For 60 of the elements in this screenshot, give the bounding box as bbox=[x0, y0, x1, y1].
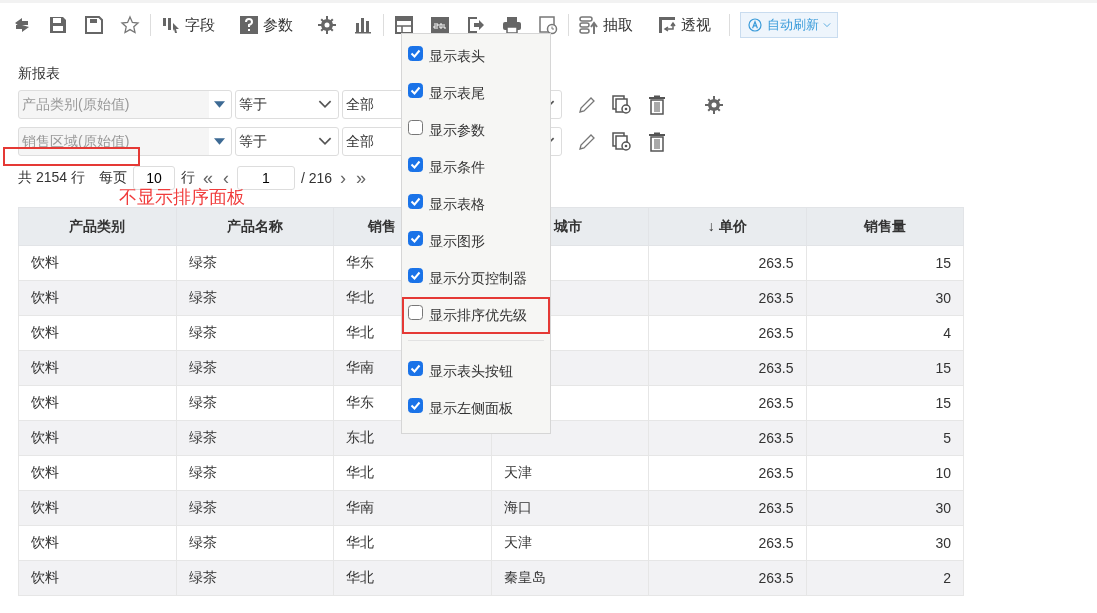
table-cell: 绿茶 bbox=[188, 359, 217, 375]
table-cell: 饮料 bbox=[31, 429, 59, 445]
table-cell: 绿茶 bbox=[188, 324, 217, 340]
table-cell: 华北 bbox=[346, 324, 374, 340]
table-cell: 饮料 bbox=[31, 359, 59, 375]
total-rows: 共 2154 行 bbox=[18, 169, 85, 187]
rows-unit: 行 bbox=[180, 169, 195, 187]
table-cell: 263.5 bbox=[758, 500, 794, 516]
table-cell: 30 bbox=[935, 500, 951, 516]
table-cell: 海口 bbox=[503, 499, 532, 515]
table-cell: 天津 bbox=[503, 534, 532, 550]
table-cell: 263.5 bbox=[758, 395, 794, 411]
table-cell: 华南 bbox=[346, 499, 374, 515]
table-cell: 饮料 bbox=[31, 324, 59, 340]
table-cell: 华北 bbox=[346, 569, 374, 585]
table-cell: 华东 bbox=[346, 394, 374, 410]
table-cell: 4 bbox=[943, 325, 951, 341]
table-cell: 15 bbox=[935, 360, 951, 376]
table-cell: 绿茶 bbox=[188, 534, 217, 550]
table-cell: 绿茶 bbox=[188, 289, 217, 305]
table-cell: 饮料 bbox=[31, 499, 59, 515]
table-cell: 15 bbox=[935, 255, 951, 271]
table-cell: 华北 bbox=[346, 534, 374, 550]
table-cell: 天津 bbox=[503, 464, 532, 480]
table-cell: 263.5 bbox=[758, 535, 794, 551]
table-cell: 10 bbox=[935, 465, 951, 481]
table-cell: 30 bbox=[935, 535, 951, 551]
table-cell: 5 bbox=[943, 430, 951, 446]
table-cell: 263.5 bbox=[758, 430, 794, 446]
table-cell: 263.5 bbox=[758, 570, 794, 586]
per-page-label: 每页 bbox=[98, 169, 127, 187]
table-cell: 华北 bbox=[346, 289, 374, 305]
annotation-text: 不显示排序面板 bbox=[118, 187, 246, 207]
table-cell: 绿茶 bbox=[188, 394, 217, 410]
table-cell: 15 bbox=[935, 395, 951, 411]
table-cell: 华北 bbox=[346, 464, 374, 480]
table-cell: 263.5 bbox=[758, 465, 794, 481]
page-count: / 216 bbox=[300, 170, 333, 186]
table-cell: 饮料 bbox=[31, 289, 59, 305]
table-cell: 263.5 bbox=[758, 360, 794, 376]
table-cell: 30 bbox=[935, 290, 951, 306]
table-cell: 263.5 bbox=[758, 255, 794, 271]
table-cell: 绿茶 bbox=[188, 254, 217, 270]
table-cell: 饮料 bbox=[31, 534, 59, 550]
table-cell: 263.5 bbox=[758, 325, 794, 341]
table-cell: 绿茶 bbox=[188, 499, 217, 515]
table-cell: 绿茶 bbox=[188, 429, 217, 445]
table-cell: 绿茶 bbox=[188, 464, 217, 480]
table-cell: 华东 bbox=[346, 254, 374, 270]
table-cell: 华南 bbox=[346, 359, 374, 375]
table-cell: 饮料 bbox=[31, 569, 59, 585]
table-cell: 东北 bbox=[346, 429, 374, 445]
table-cell: 饮料 bbox=[31, 394, 59, 410]
table-cell: 绿茶 bbox=[188, 569, 217, 585]
table-cell: 饮料 bbox=[31, 464, 59, 480]
table-cell: 2 bbox=[943, 570, 951, 586]
report-title: 新报表 bbox=[18, 65, 60, 81]
table-cell: 秦皇岛 bbox=[503, 569, 546, 585]
table-cell: 饮料 bbox=[31, 254, 59, 270]
table-cell: 263.5 bbox=[758, 290, 794, 306]
